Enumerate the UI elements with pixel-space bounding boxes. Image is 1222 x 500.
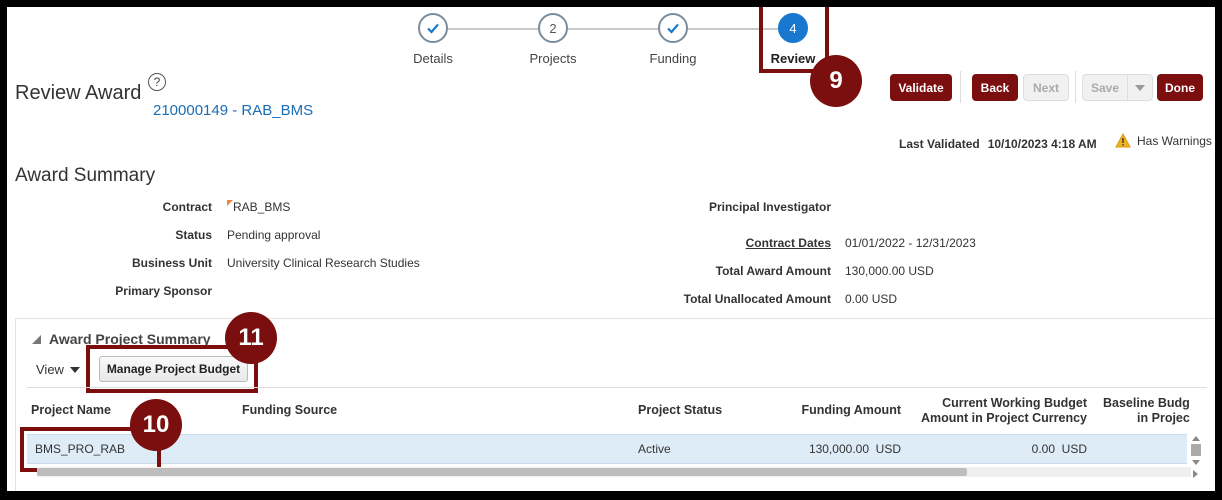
field-value: 0.00 USD [845, 292, 898, 306]
view-menu-label: View [36, 362, 64, 377]
toolbar-separator [960, 71, 961, 103]
callout-badge: 10 [130, 399, 182, 451]
train-stop-label: Projects [529, 51, 577, 66]
section-title: Award Summary [15, 165, 156, 186]
chevron-down-icon [1135, 84, 1145, 91]
page-title: Review Award [15, 82, 142, 104]
warnings-label: Has Warnings [1137, 133, 1212, 148]
scroll-right-icon[interactable] [1193, 470, 1198, 478]
train-stop-projects[interactable]: 2 Projects [503, 13, 603, 66]
horizontal-scrollbar[interactable] [37, 467, 1191, 477]
back-button[interactable]: Back [972, 74, 1018, 101]
view-menu[interactable]: View [36, 362, 80, 377]
save-button[interactable]: Save [1082, 74, 1128, 101]
column-header-line: Baseline Budg [1103, 396, 1190, 410]
column-header-line: in Projec [1137, 411, 1190, 425]
scrollbar-thumb[interactable] [1191, 444, 1201, 456]
toolbar-separator [1075, 71, 1076, 103]
warnings-status[interactable]: Has Warnings [1115, 133, 1212, 148]
field-value: RAB_BMS [233, 200, 291, 214]
train-stop-funding[interactable]: Funding [623, 13, 723, 66]
scrollbar-thumb[interactable] [37, 468, 967, 476]
contract-dates-label[interactable]: Contract Dates [746, 236, 831, 250]
train-stop-label: Funding [649, 51, 697, 66]
field-label: Contract [162, 200, 212, 214]
train-stop-label: Details [413, 51, 453, 66]
callout-badge: 11 [225, 312, 277, 364]
chevron-down-icon [69, 366, 80, 373]
table-header-divider [27, 387, 1207, 388]
done-button[interactable]: Done [1157, 74, 1203, 101]
column-header-project-status[interactable]: Project Status [638, 403, 722, 418]
last-validated: Last Validated 10/10/2023 4:18 AM [899, 137, 1105, 151]
last-validated-time: 10/10/2023 4:18 AM [987, 137, 1097, 151]
field-label: Business Unit [131, 256, 212, 270]
field-label: Principal Investigator [708, 200, 831, 214]
collapse-triangle-icon[interactable] [32, 335, 41, 344]
app-frame: Details 2 Projects Funding 4 Review 9 Re… [7, 7, 1215, 491]
checkmark-icon [418, 13, 448, 43]
scroll-up-icon[interactable] [1192, 436, 1200, 441]
table-row[interactable] [27, 434, 1187, 464]
step-number: 2 [538, 13, 568, 43]
column-header-project-name[interactable]: Project Name [31, 403, 111, 418]
field-value: Pending approval [227, 228, 321, 242]
train-stop-details[interactable]: Details [383, 13, 483, 66]
save-menu-button[interactable] [1127, 74, 1153, 101]
column-header-line: Amount in Project Currency [921, 411, 1087, 425]
field-value: 130,000.00 USD [845, 264, 934, 278]
award-number-link[interactable]: 210000149 - RAB_BMS [153, 102, 313, 119]
field-label: Status [175, 228, 212, 242]
contract-value: RAB_BMS [227, 200, 290, 214]
scroll-down-icon[interactable] [1192, 460, 1200, 465]
validate-button[interactable]: Validate [890, 74, 952, 101]
callout-badge: 9 [810, 55, 862, 107]
column-header-funding-source[interactable]: Funding Source [242, 403, 337, 418]
column-header-funding-amount[interactable]: Funding Amount [801, 403, 901, 418]
project-status-cell: Active [638, 442, 671, 456]
warning-icon [1115, 133, 1131, 148]
field-label: Primary Sponsor [115, 284, 212, 298]
column-header-current-working-budget[interactable]: Current Working Budget Amount in Project… [921, 396, 1087, 426]
column-header-baseline-budget[interactable]: Baseline Budg in Projec [1103, 396, 1190, 426]
last-validated-label: Last Validated [899, 137, 980, 151]
vertical-scrollbar[interactable] [1190, 434, 1202, 479]
help-icon[interactable]: ? [148, 73, 166, 91]
field-value: 01/01/2022 - 12/31/2023 [845, 236, 976, 250]
current-working-budget-cell: 0.00 USD [1031, 442, 1087, 456]
funding-amount-cell: 130,000.00 USD [808, 442, 901, 456]
checkmark-icon [658, 13, 688, 43]
field-label: Total Unallocated Amount [683, 292, 831, 306]
next-button[interactable]: Next [1023, 74, 1069, 101]
field-value: University Clinical Research Studies [227, 256, 420, 270]
field-label: Total Award Amount [715, 264, 831, 278]
column-header-line: Current Working Budget [942, 396, 1087, 410]
